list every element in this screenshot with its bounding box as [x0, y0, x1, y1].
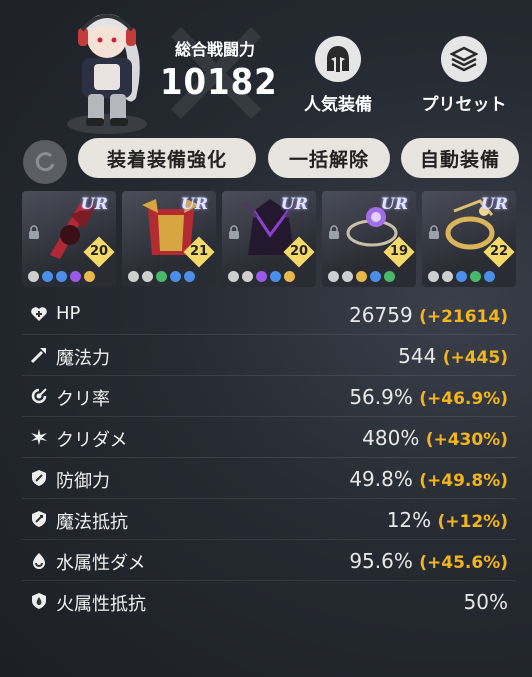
heart-plus-icon — [31, 307, 47, 321]
equipment-card[interactable]: UR 22 — [422, 191, 516, 287]
crit-damage-icon — [31, 429, 47, 445]
equipment-slots: UR 20 UR 21 UR 20 UR 19 UR 22 — [22, 191, 516, 287]
stat-value: 544 (+445) — [398, 344, 508, 368]
rarity-label: UR — [180, 194, 208, 213]
stat-value: 49.8% (+49.8%) — [349, 467, 508, 491]
character-avatar[interactable] — [52, 6, 162, 136]
unequip-all-button[interactable]: 一括解除 — [268, 138, 390, 178]
equipment-card[interactable]: UR 19 — [322, 191, 416, 287]
enhance-equipped-button[interactable]: 装着装備強化 — [78, 138, 256, 178]
stat-row-magic-power: 魔法力 544 (+445) — [22, 335, 516, 376]
substat-icons — [428, 271, 495, 282]
level-badge: 20 — [83, 236, 115, 268]
stat-row-crit-damage: クリダメ 480% (+430%) — [22, 417, 516, 458]
substat-icons — [328, 271, 395, 282]
rarity-label: UR — [80, 194, 108, 213]
wand-icon — [30, 348, 46, 364]
stack-layers-icon — [441, 36, 487, 82]
stat-value: 480% (+430%) — [362, 426, 508, 450]
stat-name: クリダメ — [56, 430, 128, 451]
substat-icons — [228, 271, 295, 282]
popular-equipment-label: 人気装備 — [304, 95, 372, 115]
preset-button[interactable]: プリセット — [414, 36, 514, 115]
substat-icons — [28, 271, 95, 282]
equipment-toolbar: 装着装備強化 一括解除 自動装備 — [0, 138, 532, 184]
popular-equipment-button[interactable]: 人気装備 — [288, 36, 388, 115]
stat-value: 12% (+12%) — [386, 508, 508, 532]
lock-icon — [229, 225, 239, 239]
level-badge: 19 — [383, 236, 415, 268]
stat-row-magic-resist: 魔法抵抗 12% (+12%) — [22, 499, 516, 540]
preset-label: プリセット — [421, 95, 507, 115]
total-power-value: 10182 — [160, 62, 278, 103]
stat-name: 水属性ダメ — [56, 553, 146, 574]
refresh-button[interactable] — [23, 140, 67, 184]
crit-rate-icon — [31, 388, 47, 404]
equipment-card[interactable]: UR 20 — [22, 191, 116, 287]
lock-icon — [429, 225, 439, 239]
stat-name: 防御力 — [56, 471, 110, 492]
stat-value: 95.6% (+45.6%) — [349, 549, 508, 573]
stats-list: HP 26759 (+21614) 魔法力 544 (+445) クリ率 56.… — [22, 294, 516, 621]
spartan-helmet-icon — [315, 36, 361, 82]
equipment-card[interactable]: UR 20 — [222, 191, 316, 287]
level-badge: 20 — [283, 236, 315, 268]
refresh-icon — [35, 152, 55, 172]
magic-resist-icon — [32, 511, 46, 527]
stat-row-hp: HP 26759 (+21614) — [22, 294, 516, 335]
water-element-icon — [33, 553, 45, 569]
fire-resist-icon — [32, 593, 46, 609]
lock-icon — [29, 225, 39, 239]
lock-icon — [329, 225, 339, 239]
auto-equip-button[interactable]: 自動装備 — [401, 138, 519, 178]
stat-name: HP — [56, 303, 81, 324]
substat-icons — [128, 271, 195, 282]
stat-row-water-damage: 水属性ダメ 95.6% (+45.6%) — [22, 540, 516, 581]
stat-name: クリ率 — [56, 389, 110, 410]
rarity-label: UR — [480, 194, 508, 213]
stat-value: 56.9% (+46.9%) — [349, 385, 508, 409]
stat-name: 火属性抵抗 — [56, 594, 146, 615]
stat-name: 魔法抵抗 — [56, 512, 128, 533]
header: 総合戦闘力 10182 人気装備 プリセット — [0, 0, 532, 140]
stat-row-fire-resist: 火属性抵抗 50% — [22, 581, 516, 621]
stat-name: 魔法力 — [56, 348, 110, 369]
level-badge: 21 — [183, 236, 215, 268]
stat-value: 50% — [463, 590, 508, 614]
rarity-label: UR — [380, 194, 408, 213]
total-power-label: 総合戦闘力 — [174, 40, 255, 59]
shield-icon — [32, 470, 46, 486]
rarity-label: UR — [280, 194, 308, 213]
stat-row-crit-rate: クリ率 56.9% (+46.9%) — [22, 376, 516, 417]
stat-row-defense: 防御力 49.8% (+49.8%) — [22, 458, 516, 499]
equipment-card[interactable]: UR 21 — [122, 191, 216, 287]
level-badge: 22 — [483, 236, 515, 268]
stat-value: 26759 (+21614) — [349, 303, 508, 327]
